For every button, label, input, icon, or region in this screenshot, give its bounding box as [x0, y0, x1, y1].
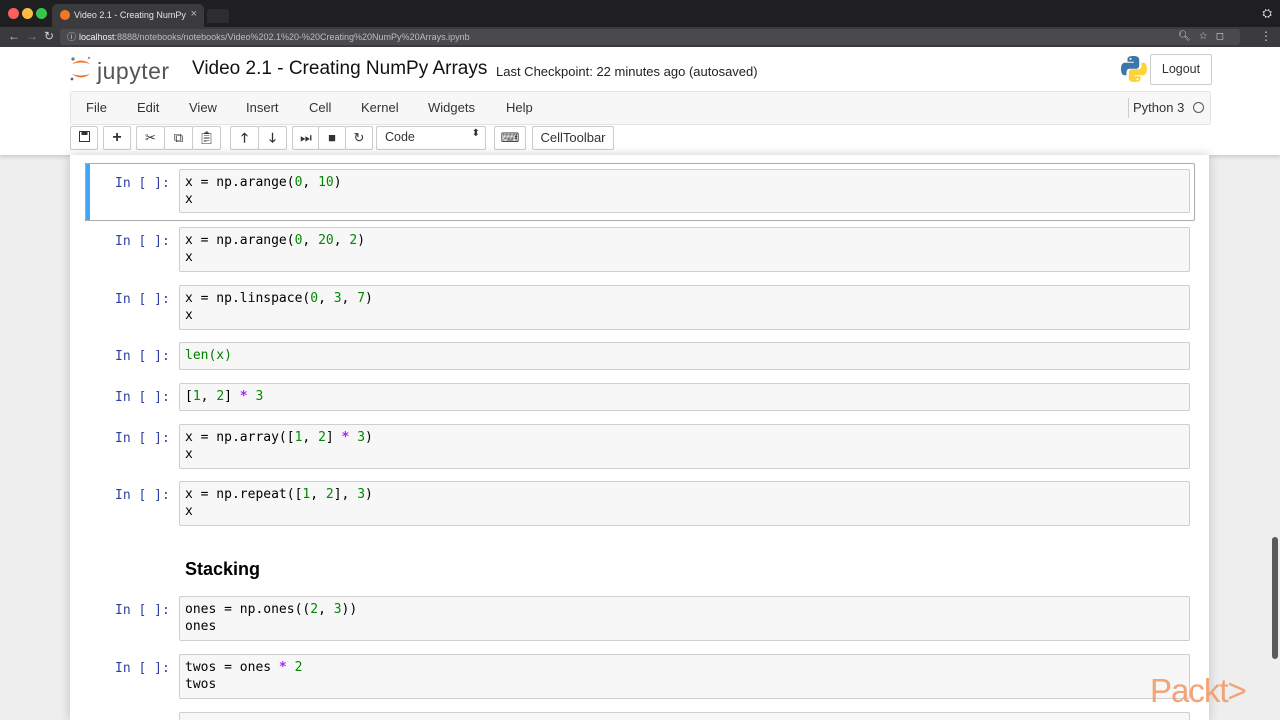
cell-type-value: Code [385, 130, 415, 144]
menu-cell[interactable]: Cell [309, 100, 331, 115]
move-up-button[interactable]: 🡑 [230, 126, 259, 150]
url-host: localhost [79, 32, 115, 42]
move-down-button[interactable]: 🡓 [258, 126, 287, 150]
forward-icon[interactable]: → [26, 29, 38, 43]
menu-widgets[interactable]: Widgets [428, 100, 475, 115]
code-input[interactable]: [1, 2] * 3 [179, 383, 1190, 411]
cell-prompt: In [ ]: [115, 349, 170, 364]
restart-button[interactable]: ↻ [345, 126, 373, 150]
paste-button[interactable]: 📋︎ [192, 126, 221, 150]
celltoolbar-button[interactable]: CellToolbar [532, 126, 614, 150]
jupyter-favicon-icon [60, 10, 70, 20]
step-forward-icon: ⏭︎ [300, 130, 312, 145]
select-arrows-icon: ⬍ [471, 128, 480, 139]
page-scrollbar-thumb[interactable] [1272, 537, 1278, 659]
python-logo-icon [1121, 56, 1147, 82]
menu-kernel[interactable]: Kernel [361, 100, 399, 115]
scissors-icon: ✂ [145, 130, 156, 145]
cell-prompt: In [ ]: [115, 431, 170, 446]
code-input[interactable]: ones = np.ones((2, 3)) ones [179, 596, 1190, 641]
code-input[interactable] [179, 712, 1190, 720]
cell-prompt: In [ ]: [115, 176, 170, 191]
zoom-icon[interactable]: 🔍︎ [1178, 31, 1199, 42]
browser-tab-bar: Video 2.1 - Creating NumPy A × ⛭ [0, 0, 1280, 27]
url-field[interactable]: ⓘ localhost:8888/notebooks/notebooks/Vid… [60, 29, 1240, 45]
menu-insert[interactable]: Insert [246, 100, 279, 115]
code-input[interactable]: x = np.linspace(0, 3, 7) x [179, 285, 1190, 330]
arrow-down-icon: 🡓 [269, 130, 276, 145]
cell-prompt: In [ ]: [115, 390, 170, 405]
maximize-window-button[interactable] [36, 8, 47, 19]
copy-button[interactable]: ⧉ [164, 126, 193, 150]
cell-prompt: In [ ]: [115, 661, 170, 676]
save-button[interactable] [70, 126, 98, 150]
new-tab-button[interactable] [207, 9, 229, 23]
extension-icon[interactable]: ◻ [1216, 31, 1232, 42]
code-input[interactable]: x = np.repeat([1, 2], 3) x [179, 481, 1190, 526]
plus-icon: + [112, 129, 122, 146]
tab-close-icon[interactable]: × [191, 8, 197, 20]
jupyter-logo-icon [70, 56, 91, 81]
browser-tab[interactable]: Video 2.1 - Creating NumPy A × [52, 4, 204, 27]
refresh-icon: ↻ [353, 130, 365, 145]
back-icon[interactable]: ← [8, 29, 20, 43]
cell-prompt: In [ ]: [115, 488, 170, 503]
code-input[interactable]: x = np.arange(0, 20, 2) x [179, 227, 1190, 272]
incognito-icon: ⛭ [1262, 6, 1272, 20]
notebook-container: In [ ]: x = np.arange(0, 10) x In [ ]: x… [70, 155, 1209, 720]
notebook-header: jupyter Video 2.1 - Creating NumPy Array… [0, 47, 1280, 155]
floppy-disk-icon [78, 131, 90, 142]
cut-button[interactable]: ✂ [136, 126, 165, 150]
checkpoint-status: Last Checkpoint: 22 minutes ago (autosav… [496, 64, 758, 79]
markdown-heading[interactable]: Stacking [185, 559, 260, 580]
run-button[interactable]: ⏭︎ [292, 126, 320, 150]
keyboard-icon: ⌨ [500, 130, 520, 145]
cell-prompt: In [ ]: [115, 292, 170, 307]
jupyter-logo[interactable]: jupyter [69, 55, 179, 85]
command-palette-button[interactable]: ⌨ [494, 126, 526, 150]
info-icon: ⓘ [67, 32, 77, 42]
code-input[interactable]: twos = ones * 2 twos [179, 654, 1190, 699]
menu-help[interactable]: Help [506, 100, 533, 115]
kernel-idle-indicator-icon [1193, 102, 1204, 113]
kernel-name[interactable]: Python 3 [1133, 100, 1184, 115]
menu-file[interactable]: File [86, 100, 107, 115]
tab-title: Video 2.1 - Creating NumPy A [74, 10, 186, 20]
code-input[interactable]: x = np.array([1, 2] * 3) x [179, 424, 1190, 469]
kernel-divider [1128, 98, 1129, 118]
notebook-name[interactable]: Video 2.1 - Creating NumPy Arrays [192, 58, 487, 80]
jupyter-wordmark: jupyter [97, 58, 170, 84]
menu-view[interactable]: View [189, 100, 217, 115]
menu-bar: File Edit View Insert Cell Kernel Widget… [70, 91, 1211, 125]
code-input[interactable]: x = np.arange(0, 10) x [179, 169, 1190, 213]
cell-prompt: In [ ]: [115, 603, 170, 618]
bookmark-star-icon[interactable]: ☆ [1199, 31, 1216, 42]
clipboard-icon: 📋︎ [198, 130, 215, 145]
stop-icon: ■ [328, 130, 336, 145]
url-path: :8888/notebooks/notebooks/Video%202.1%20… [114, 32, 470, 42]
copy-icon: ⧉ [173, 130, 184, 145]
reload-icon[interactable]: ↻ [44, 29, 54, 43]
close-window-button[interactable] [8, 8, 19, 19]
browser-menu-icon[interactable]: ⋮ [1260, 29, 1272, 43]
insert-cell-button[interactable]: + [103, 126, 131, 150]
cell-prompt: In [ ]: [115, 234, 170, 249]
logout-button[interactable]: Logout [1150, 54, 1212, 85]
arrow-up-icon: 🡑 [241, 130, 248, 145]
minimize-window-button[interactable] [22, 8, 33, 19]
address-bar-row: ← → ↻ ⓘ localhost:8888/notebooks/noteboo… [0, 27, 1280, 47]
interrupt-button[interactable]: ■ [318, 126, 346, 150]
packt-watermark: Packt> [1150, 672, 1247, 709]
cell-type-select[interactable]: Code ⬍ [376, 126, 486, 150]
menu-edit[interactable]: Edit [137, 100, 159, 115]
code-input[interactable]: len(x) [179, 342, 1190, 370]
